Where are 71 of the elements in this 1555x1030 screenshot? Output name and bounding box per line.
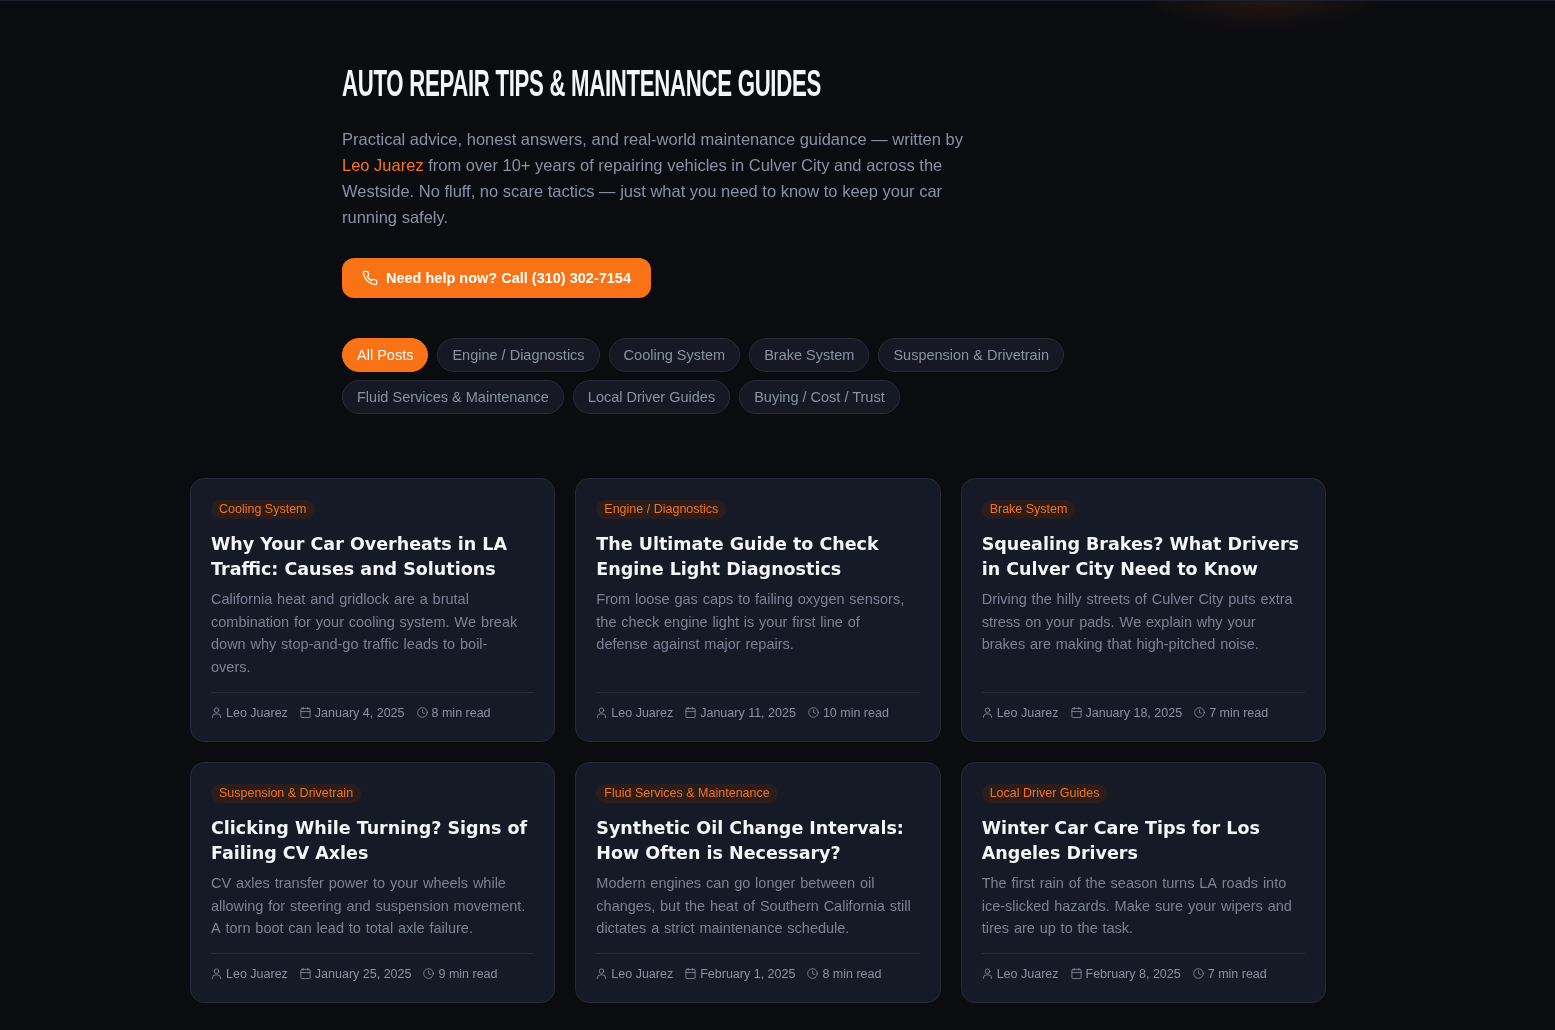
post-date: February 8, 2025 (1085, 965, 1181, 982)
post-excerpt: CV axles transfer power to your wheels while allowing for steering and suspension movement. A torn boot can lead to total axle failure. (211, 873, 527, 939)
post-date: January 25, 2025 (314, 965, 412, 982)
calendar-icon (1070, 968, 1082, 980)
post-excerpt: Driving the hilly streets of Culver City puts extra stress on your pads. We explain why your brakes are making that high-pitched noise. (981, 590, 1294, 655)
post-title[interactable]: Why Your Car Overheats in LA Traffic: Causes and Solutions (211, 532, 535, 582)
clock-icon (807, 707, 819, 719)
category-filter[interactable]: Fluid Services & Maintenance (342, 380, 564, 414)
phone-icon (362, 270, 378, 286)
post-card[interactable] (960, 761, 1326, 1003)
user-icon (596, 707, 608, 719)
post-excerpt: Modern engines can go longer between oil changes, but the heat of Southern California still dictates a strict maintenance schedule. (596, 873, 912, 939)
post-excerpt: From loose gas caps to failing oxygen sensors, the check engine light is your first line of defense against major repairs. (596, 590, 906, 655)
post-date: February 1, 2025 (700, 965, 796, 982)
author-name: Leo Juarez (611, 704, 674, 721)
category-tag: Suspension & Drivetrain (211, 783, 362, 803)
author-name: Leo Juarez (611, 965, 674, 982)
user-icon (596, 968, 608, 980)
author-name: Leo Juarez (996, 704, 1059, 721)
author-name: Leo Juarez (996, 965, 1059, 982)
read-time: 10 min read (822, 704, 889, 721)
user-icon (211, 968, 222, 980)
calendar-icon (299, 707, 311, 719)
read-time: 8 min read (822, 965, 882, 982)
category-filter[interactable]: Brake System (749, 338, 870, 372)
category-filter[interactable]: Suspension & Drivetrain (878, 338, 1064, 372)
post-card[interactable] (960, 478, 1326, 742)
author-name: Leo Juarez (226, 965, 288, 982)
post-title[interactable]: The Ultimate Guide to Check Engine Light Diagnostics (596, 532, 920, 582)
category-filter[interactable]: Engine / Diagnostics (437, 338, 600, 372)
category-tag: Local Driver Guides (981, 783, 1108, 803)
category-filter[interactable]: Buying / Cost / Trust (739, 380, 900, 414)
post-date: January 11, 2025 (700, 704, 796, 721)
category-tag: Brake System (981, 500, 1076, 519)
user-icon (981, 707, 993, 719)
author-name: Leo Juarez (226, 704, 288, 721)
read-time: 9 min read (438, 965, 498, 982)
post-title[interactable]: Clicking While Turning? Signs of Failing CV Axles (211, 815, 535, 866)
user-icon (981, 968, 993, 980)
intro-text: Practical advice, honest answers, and real-world maintenance guidance — written by Leo Juarez from over 10+ years of repairing vehicles in Culver City and across the Westside. No fluff, no scare tactics — just what you need to know to keep your car running safely. (342, 129, 964, 228)
post-card[interactable] (190, 478, 556, 742)
clock-icon (1192, 968, 1204, 980)
read-time: 8 min read (431, 704, 491, 721)
post-card[interactable] (190, 761, 556, 1003)
post-card[interactable] (575, 761, 941, 1003)
category-tag: Engine / Diagnostics (596, 500, 727, 519)
post-date: January 18, 2025 (1085, 704, 1183, 721)
page-title: AUTO REPAIR TIPS & MAINTENANCE GUIDES (342, 64, 821, 104)
post-title[interactable]: Squealing Brakes? What Drivers in Culver City Need to Know (981, 532, 1305, 582)
calendar-icon (1070, 707, 1082, 719)
category-tag: Fluid Services & Maintenance (596, 783, 778, 803)
calendar-icon (299, 968, 311, 980)
read-time: 7 min read (1207, 965, 1267, 982)
clock-icon (416, 707, 428, 719)
post-title[interactable]: Synthetic Oil Change Intervals: How Often is Necessary? (596, 815, 920, 866)
read-time: 7 min read (1209, 704, 1269, 721)
post-title[interactable]: Winter Car Care Tips for Los Angeles Drivers (981, 815, 1305, 866)
category-filter[interactable]: Cooling System (608, 338, 741, 372)
clock-icon (423, 968, 435, 980)
calendar-icon (685, 707, 697, 719)
post-excerpt: The first rain of the season turns LA roads into ice-slicked hazards. Make sure your wipers and tires are up to the task. (981, 873, 1293, 939)
post-card[interactable] (575, 478, 941, 742)
calendar-icon (685, 968, 697, 980)
clock-icon (1194, 707, 1206, 719)
category-tag: Cooling System (211, 500, 315, 519)
post-excerpt: California heat and gridlock are a brutal combination for your cooling system. We break down why stop-and-go traffic leads to boil-overs. (211, 590, 519, 678)
author-link[interactable]: Leo Juarez (342, 156, 424, 174)
user-icon (211, 707, 222, 719)
category-filter[interactable]: Local Driver Guides (572, 380, 731, 414)
clock-icon (807, 968, 819, 980)
post-date: January 4, 2025 (314, 704, 405, 721)
